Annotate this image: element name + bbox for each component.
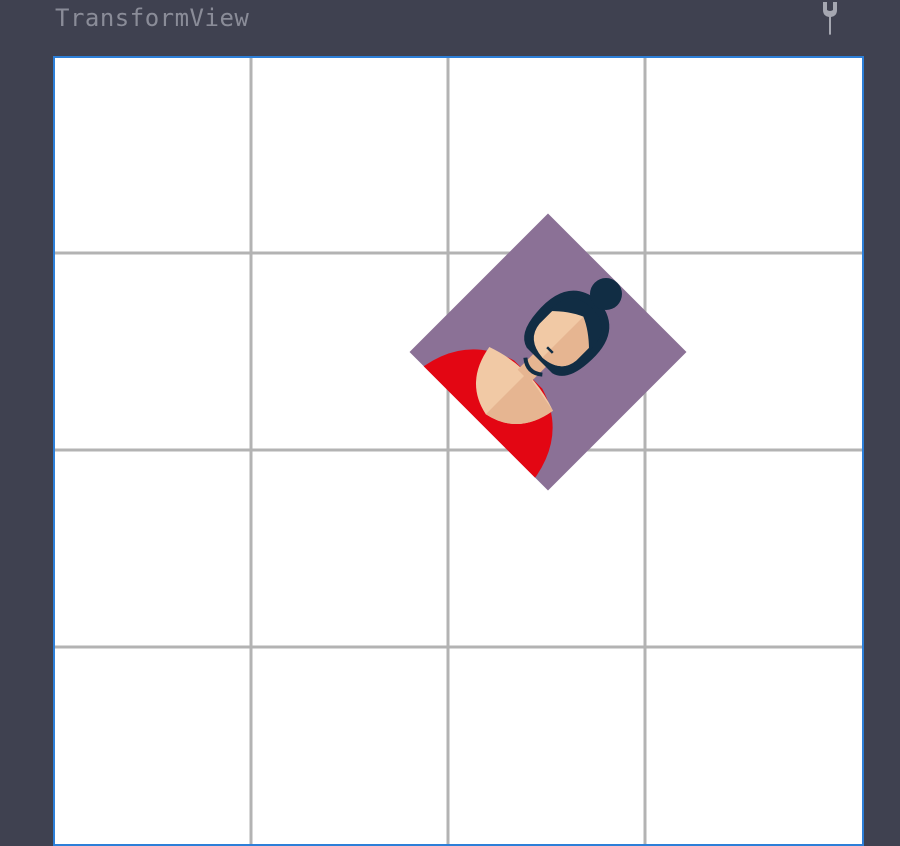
- wrench-icon[interactable]: [815, 0, 845, 40]
- transform-canvas[interactable]: [53, 56, 864, 846]
- avatar-image[interactable]: [394, 213, 687, 506]
- window-title: TransformView: [55, 4, 250, 32]
- grid-lines: [55, 58, 862, 844]
